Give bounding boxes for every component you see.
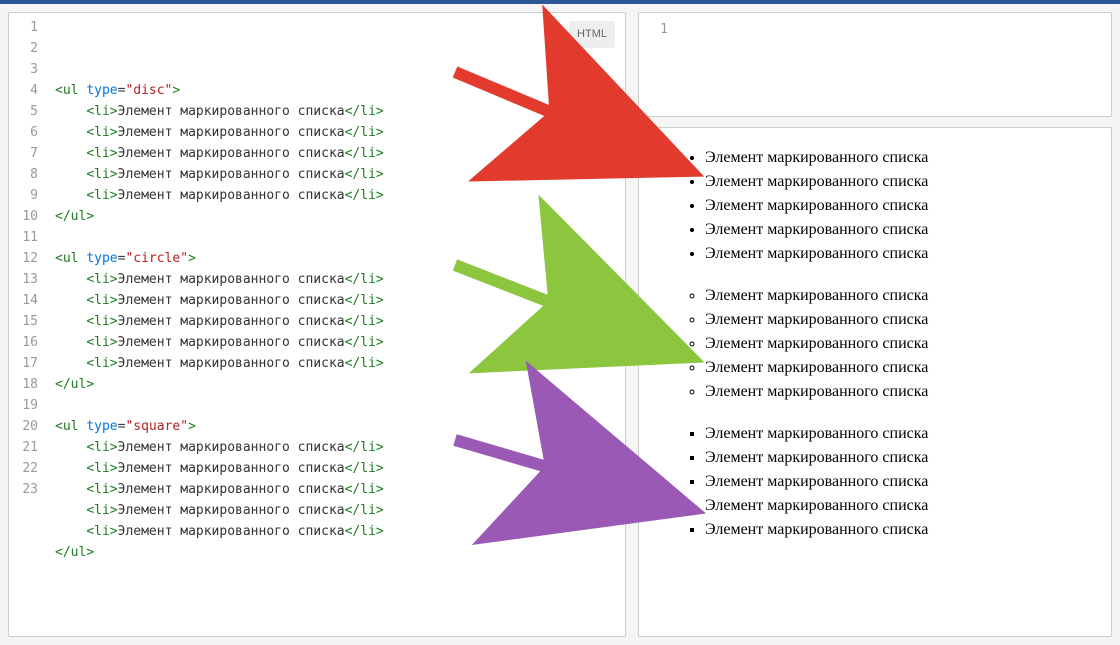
line-number: 5: [9, 101, 38, 122]
line-number: 17: [9, 353, 38, 374]
list-item: Элемент маркированного списка: [705, 470, 1111, 494]
list-item: Элемент маркированного списка: [705, 146, 1111, 170]
line-number: 22: [9, 458, 38, 479]
line-number: 10: [9, 206, 38, 227]
preview-list-circle: Элемент маркированного спискаЭлемент мар…: [665, 284, 1111, 404]
line-number: 9: [9, 185, 38, 206]
preview-panel: Элемент маркированного спискаЭлемент мар…: [638, 127, 1112, 637]
preview-list-square: Элемент маркированного спискаЭлемент мар…: [665, 422, 1111, 542]
line-number: 18: [9, 374, 38, 395]
line-number: 16: [9, 332, 38, 353]
code-content[interactable]: <ul type="disc"> <li>Элемент маркированн…: [55, 80, 617, 563]
list-item: Элемент маркированного списка: [705, 422, 1111, 446]
line-gutter: 1234567891011121314151617181920212223: [9, 13, 47, 636]
list-item: Элемент маркированного списка: [705, 284, 1111, 308]
list-item: Элемент маркированного списка: [705, 170, 1111, 194]
output-top-panel: 1: [638, 12, 1112, 117]
output-code-area[interactable]: [677, 13, 1111, 116]
line-number: 13: [9, 269, 38, 290]
preview-list-disc: Элемент маркированного спискаЭлемент мар…: [665, 146, 1111, 266]
line-gutter-right: 1: [639, 13, 677, 116]
list-item: Элемент маркированного списка: [705, 218, 1111, 242]
line-number: 1: [9, 17, 38, 38]
line-number: 3: [9, 59, 38, 80]
line-number: 1: [639, 19, 668, 40]
language-badge: HTML: [569, 21, 615, 48]
list-item: Элемент маркированного списка: [705, 494, 1111, 518]
line-number: 8: [9, 164, 38, 185]
list-item: Элемент маркированного списка: [705, 380, 1111, 404]
line-number: 6: [9, 122, 38, 143]
line-number: 12: [9, 248, 38, 269]
line-number: 4: [9, 80, 38, 101]
main-container: 1234567891011121314151617181920212223 HT…: [0, 4, 1120, 645]
list-item: Элемент маркированного списка: [705, 194, 1111, 218]
line-number: 2: [9, 38, 38, 59]
code-panel: 1234567891011121314151617181920212223 HT…: [8, 12, 626, 637]
list-item: Элемент маркированного списка: [705, 242, 1111, 266]
list-item: Элемент маркированного списка: [705, 332, 1111, 356]
line-number: 11: [9, 227, 38, 248]
line-number: 15: [9, 311, 38, 332]
list-item: Элемент маркированного списка: [705, 308, 1111, 332]
list-item: Элемент маркированного списка: [705, 446, 1111, 470]
code-area[interactable]: HTML <ul type="disc"> <li>Элемент маркир…: [47, 13, 625, 636]
line-number: 19: [9, 395, 38, 416]
line-number: 21: [9, 437, 38, 458]
line-number: 23: [9, 479, 38, 500]
right-column: 1 Элемент маркированного спискаЭлемент м…: [638, 12, 1112, 637]
line-number: 7: [9, 143, 38, 164]
list-item: Элемент маркированного списка: [705, 356, 1111, 380]
line-number: 14: [9, 290, 38, 311]
line-number: 20: [9, 416, 38, 437]
list-item: Элемент маркированного списка: [705, 518, 1111, 542]
